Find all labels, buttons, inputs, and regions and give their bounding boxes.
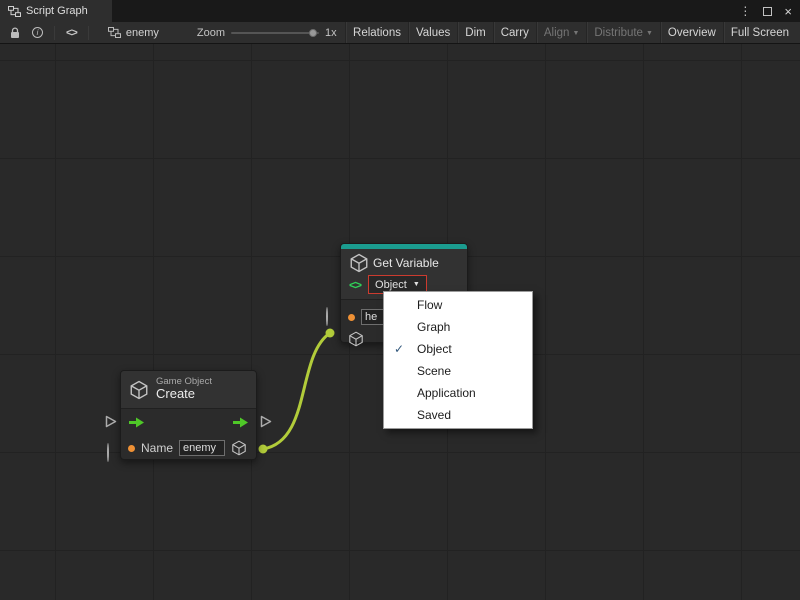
flow-output-port[interactable] bbox=[260, 415, 272, 433]
tab-script-graph[interactable]: Script Graph bbox=[0, 0, 112, 22]
string-input-port[interactable] bbox=[326, 308, 328, 326]
window-titlebar: Script Graph ⋮ × bbox=[0, 0, 800, 22]
cube-icon bbox=[348, 331, 364, 347]
tab-title: Script Graph bbox=[26, 5, 88, 17]
zoom-slider-track bbox=[231, 32, 319, 34]
script-graph-icon bbox=[108, 27, 121, 38]
flow-in-arrow-icon[interactable] bbox=[128, 416, 145, 429]
info-icon[interactable]: i bbox=[26, 22, 49, 43]
menu-item-graph[interactable]: Graph bbox=[384, 316, 532, 338]
toolbar-buttons: Relations Values Dim Carry Align ▼ Distr… bbox=[345, 22, 796, 43]
connection-wire[interactable] bbox=[263, 333, 330, 449]
chevron-down-icon: ▼ bbox=[413, 281, 420, 288]
menu-item-flow[interactable]: Flow bbox=[384, 294, 532, 316]
relations-button[interactable]: Relations bbox=[345, 22, 408, 43]
graph-breadcrumb[interactable]: enemy bbox=[108, 27, 159, 39]
name-port-label: Name bbox=[141, 441, 173, 455]
node-create-game-object[interactable]: Game Object Create Name bbox=[120, 370, 257, 460]
values-button[interactable]: Values bbox=[408, 22, 457, 43]
code-view-icon[interactable]: <> bbox=[60, 22, 83, 43]
chevron-down-icon: ▼ bbox=[646, 30, 653, 37]
node-header[interactable]: Game Object Create bbox=[121, 371, 256, 409]
graph-name-label: enemy bbox=[126, 27, 159, 39]
script-graph-icon bbox=[8, 6, 21, 17]
maximize-icon[interactable] bbox=[763, 7, 772, 16]
window-menu-icon[interactable]: ⋮ bbox=[739, 4, 751, 18]
graph-toolbar: i <> enemy Zoom 1x Relations Values Dim … bbox=[0, 22, 800, 44]
lock-icon[interactable] bbox=[4, 22, 26, 43]
menu-item-scene[interactable]: Scene bbox=[384, 360, 532, 382]
node-title: Get Variable bbox=[373, 256, 439, 270]
toolbar-separator bbox=[88, 26, 89, 40]
gameobject-output-port[interactable] bbox=[259, 445, 268, 454]
name-port-row: Name bbox=[121, 435, 256, 461]
flow-ports-row bbox=[121, 409, 256, 435]
menu-item-application[interactable]: Application bbox=[384, 382, 532, 404]
close-icon[interactable]: × bbox=[784, 5, 792, 18]
zoom-slider-handle[interactable] bbox=[309, 29, 317, 37]
variable-kind-value: Object bbox=[375, 279, 407, 291]
gameobject-source-port[interactable] bbox=[326, 329, 335, 338]
zoom-value: 1x bbox=[325, 27, 337, 39]
variable-code-icon: <> bbox=[349, 278, 361, 292]
menu-item-saved[interactable]: Saved bbox=[384, 404, 532, 426]
dim-button[interactable]: Dim bbox=[457, 22, 492, 43]
menu-item-object[interactable]: ✓ Object bbox=[384, 338, 532, 360]
distribute-button[interactable]: Distribute ▼ bbox=[586, 22, 660, 43]
align-button[interactable]: Align ▼ bbox=[536, 22, 587, 43]
fullscreen-button[interactable]: Full Screen bbox=[723, 22, 796, 43]
node-title: Create bbox=[156, 387, 212, 402]
check-icon: ✓ bbox=[394, 338, 404, 360]
overview-button[interactable]: Overview bbox=[660, 22, 723, 43]
window-controls: ⋮ × bbox=[731, 0, 800, 22]
chevron-down-icon: ▼ bbox=[572, 30, 579, 37]
flow-input-port[interactable] bbox=[105, 415, 117, 433]
zoom-slider[interactable] bbox=[231, 26, 319, 40]
name-input[interactable] bbox=[179, 440, 225, 456]
zoom-label: Zoom bbox=[197, 27, 225, 39]
cube-icon bbox=[129, 380, 149, 400]
flow-out-arrow-icon[interactable] bbox=[232, 416, 249, 429]
carry-button[interactable]: Carry bbox=[493, 22, 536, 43]
graph-canvas[interactable]: Game Object Create Name bbox=[0, 44, 800, 600]
string-port-dot bbox=[128, 445, 135, 452]
cube-icon bbox=[349, 253, 369, 273]
toolbar-separator bbox=[54, 26, 55, 40]
variable-kind-menu: Flow Graph ✓ Object Scene Application Sa… bbox=[383, 291, 533, 429]
string-port-dot bbox=[348, 314, 355, 321]
cube-icon bbox=[231, 440, 247, 456]
value-input-port[interactable] bbox=[107, 444, 109, 462]
